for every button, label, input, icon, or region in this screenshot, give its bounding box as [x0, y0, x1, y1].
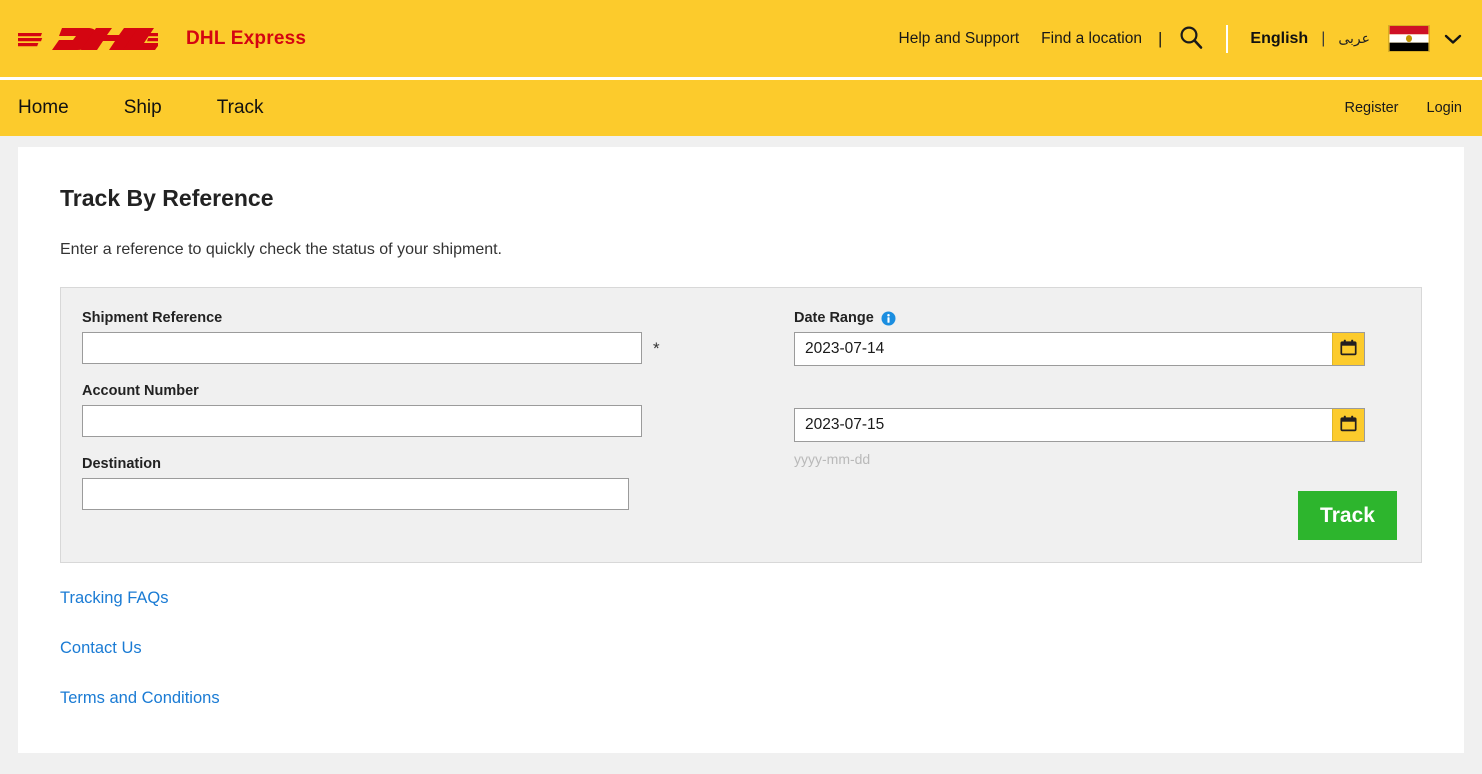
login-link[interactable]: Login	[1427, 100, 1462, 116]
date-from-row	[794, 332, 1365, 366]
register-link[interactable]: Register	[1345, 100, 1399, 116]
top-header: DHL Express Help and Support Find a loca…	[0, 0, 1482, 77]
nav-item-ship[interactable]: Ship	[124, 97, 162, 119]
date-to-row	[794, 408, 1365, 442]
nav-item-track[interactable]: Track	[217, 97, 264, 119]
search-icon	[1178, 24, 1204, 53]
search-button[interactable]	[1178, 24, 1204, 53]
nav-item-home[interactable]: Home	[18, 97, 69, 119]
contact-us-link[interactable]: Contact Us	[60, 639, 1422, 658]
account-number-label: Account Number	[82, 383, 199, 399]
date-rows-spacer	[794, 366, 1397, 408]
content-card: Track By Reference Enter a reference to …	[18, 147, 1464, 753]
date-format-hint: yyyy-mm-dd	[794, 451, 871, 467]
destination-input[interactable]	[82, 478, 629, 510]
language-english-link[interactable]: English	[1250, 30, 1308, 48]
chevron-down-icon[interactable]	[1444, 33, 1462, 45]
language-arabic-link[interactable]: عربى	[1338, 30, 1370, 47]
header-pipe-divider: |	[1157, 29, 1163, 48]
find-a-location-link[interactable]: Find a location	[1041, 30, 1142, 48]
main-nav: Home Ship Track Register Login	[0, 80, 1482, 136]
terms-and-conditions-link[interactable]: Terms and Conditions	[60, 689, 1422, 708]
calendar-icon	[1340, 415, 1357, 435]
tracking-faqs-link[interactable]: Tracking FAQs	[60, 589, 1422, 608]
date-from-calendar-button[interactable]	[1332, 333, 1364, 365]
language-pipe-divider: |	[1321, 29, 1326, 47]
track-button-wrap: Track	[1298, 491, 1397, 540]
header-right: Help and Support Find a location | Engli…	[899, 24, 1482, 53]
date-range-label-row: Date Range	[794, 310, 1397, 326]
destination-field: Destination	[82, 456, 794, 510]
header-separator	[1226, 24, 1229, 53]
info-icon[interactable]	[881, 311, 896, 326]
page-title: Track By Reference	[60, 185, 274, 211]
brand-name: DHL Express	[186, 27, 307, 49]
destination-label: Destination	[82, 456, 161, 472]
egypt-flag-icon[interactable]	[1370, 25, 1430, 52]
account-number-input[interactable]	[82, 405, 642, 437]
page-subtitle: Enter a reference to quickly check the s…	[60, 241, 502, 258]
form-left-column: Shipment Reference * Account Number Dest…	[61, 288, 794, 562]
date-to-input[interactable]	[795, 409, 1332, 441]
footer-links: Tracking FAQs Contact Us Terms and Condi…	[60, 589, 1422, 708]
required-asterisk: *	[653, 338, 660, 358]
dhl-logo-icon	[18, 22, 158, 56]
shipment-reference-input[interactable]	[82, 332, 642, 364]
account-number-field: Account Number	[82, 383, 794, 437]
date-range-label: Date Range	[794, 310, 874, 326]
track-form-panel: Shipment Reference * Account Number Dest…	[60, 287, 1422, 563]
nav-right: Register Login	[1317, 100, 1462, 116]
date-from-input[interactable]	[795, 333, 1332, 365]
brand[interactable]: DHL Express	[0, 22, 306, 56]
shipment-reference-field: Shipment Reference *	[82, 310, 794, 364]
track-button[interactable]: Track	[1298, 491, 1397, 540]
shipment-reference-label: Shipment Reference	[82, 310, 223, 326]
date-to-calendar-button[interactable]	[1332, 409, 1364, 441]
calendar-icon	[1340, 339, 1357, 359]
help-and-support-link[interactable]: Help and Support	[899, 30, 1020, 48]
